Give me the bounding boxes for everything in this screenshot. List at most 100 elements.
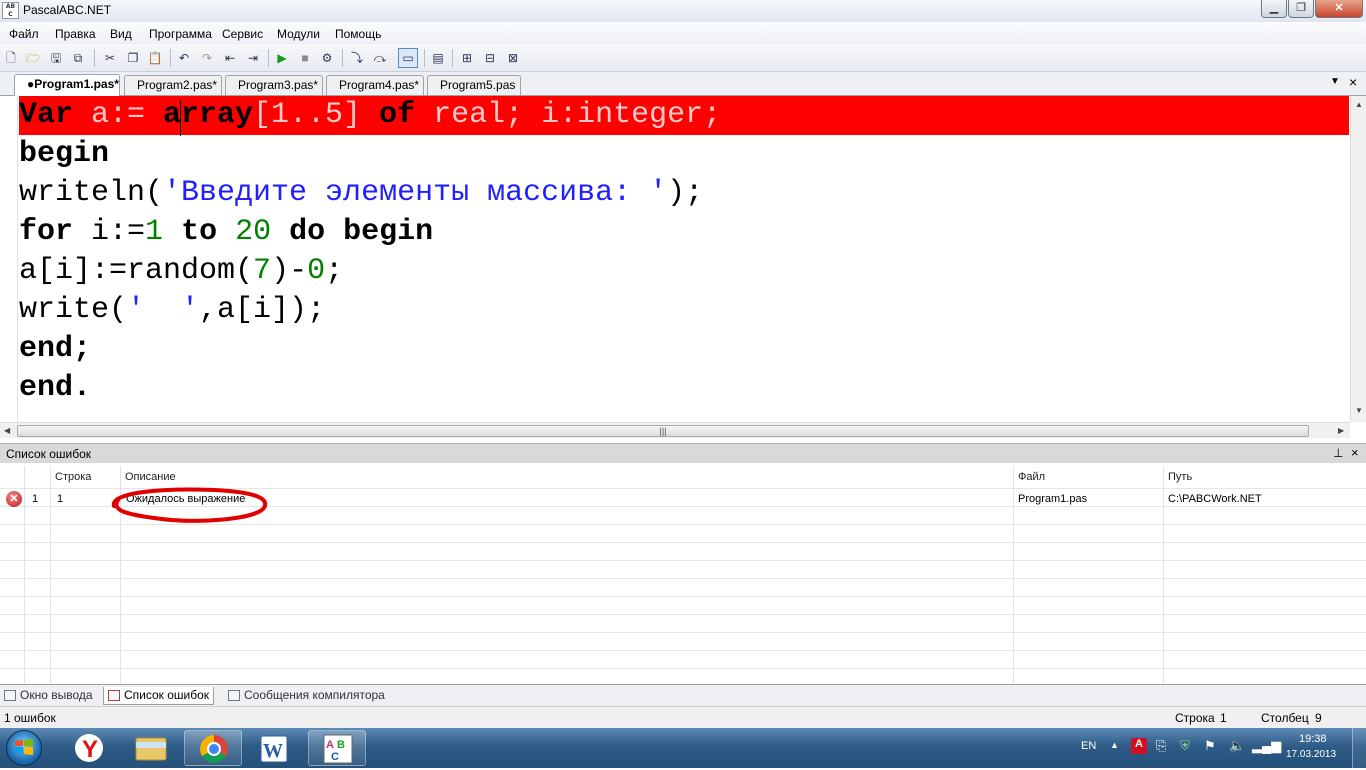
tab-program3[interactable]: Program3.pas* bbox=[225, 75, 323, 95]
pascalabc-icon[interactable]: ABC bbox=[308, 730, 366, 766]
code-line-3[interactable]: writeln('Введите элементы массива: '); bbox=[19, 174, 1349, 213]
save-all-icon[interactable]: ⧉ bbox=[69, 49, 87, 67]
code-line-7[interactable]: end; bbox=[19, 330, 1349, 369]
column-header-description[interactable]: Описание bbox=[125, 471, 176, 483]
volume-icon[interactable]: 🔈 bbox=[1229, 738, 1245, 754]
word-icon[interactable]: W bbox=[246, 730, 304, 766]
save-icon[interactable]: 🖫 bbox=[47, 49, 65, 67]
form-designer-icon[interactable]: ▤ bbox=[429, 49, 447, 67]
code-line-8[interactable]: end. bbox=[19, 369, 1349, 408]
new-file-icon[interactable]: 🗋 bbox=[2, 49, 20, 67]
close-button[interactable]: ✕ bbox=[1315, 0, 1363, 18]
bottom-panel-tabs: Окно вывода Список ошибок Сообщения комп… bbox=[0, 684, 1366, 706]
indent-icon[interactable]: ⇥ bbox=[244, 49, 262, 67]
toolbar-separator bbox=[424, 49, 425, 67]
clock-date[interactable]: 17.03.2013 bbox=[1286, 749, 1336, 760]
antivirus-icon[interactable]: A bbox=[1131, 738, 1147, 754]
code-line-4[interactable]: for i:=1 to 20 do begin bbox=[19, 213, 1349, 252]
scroll-left-icon[interactable]: ◀ bbox=[4, 426, 10, 435]
network-signal-icon[interactable]: ▂▄▆ bbox=[1252, 738, 1281, 754]
language-indicator[interactable]: EN bbox=[1081, 740, 1096, 752]
close-panel-icon[interactable]: × bbox=[1351, 445, 1359, 460]
code-line-6[interactable]: write(' ',a[i]); bbox=[19, 291, 1349, 330]
file-explorer-icon[interactable] bbox=[122, 730, 180, 766]
grid-divider bbox=[50, 466, 51, 684]
copy-icon[interactable]: ❐ bbox=[124, 49, 142, 67]
scroll-right-icon[interactable]: ▶ bbox=[1338, 426, 1344, 435]
tab-compiler-messages[interactable]: Сообщения компилятора bbox=[224, 687, 389, 705]
device-icon[interactable]: ⎘ bbox=[1156, 738, 1166, 754]
grid-row-line bbox=[0, 596, 1366, 597]
code-editor[interactable]: Var a:= array[1..5] of real; i:integer; … bbox=[0, 96, 1350, 422]
cut-icon[interactable]: ✂ bbox=[101, 49, 119, 67]
menu-edit[interactable]: Правка bbox=[55, 27, 96, 41]
unindent-icon[interactable]: ⇤ bbox=[221, 49, 239, 67]
tab-program2[interactable]: Program2.pas* bbox=[124, 75, 222, 95]
undo-icon[interactable]: ↶ bbox=[175, 49, 193, 67]
tab-program1[interactable]: ●Program1.pas* bbox=[14, 74, 120, 96]
compile-icon[interactable]: ⊞ bbox=[458, 49, 476, 67]
column-header-file[interactable]: Файл bbox=[1018, 471, 1045, 483]
security-icon[interactable]: ⛨ bbox=[1180, 738, 1190, 754]
yandex-browser-icon[interactable]: Y bbox=[60, 730, 118, 766]
redo-icon[interactable]: ↷ bbox=[198, 49, 216, 67]
error-line[interactable]: 1 bbox=[57, 493, 63, 505]
build-icon[interactable]: ⊟ bbox=[481, 49, 499, 67]
chrome-icon[interactable] bbox=[184, 730, 242, 766]
run-icon[interactable]: ▶ bbox=[273, 49, 291, 67]
scroll-up-icon[interactable]: ▲ bbox=[1355, 100, 1363, 109]
maximize-button[interactable]: ❐ bbox=[1288, 0, 1314, 18]
tab-output-window[interactable]: Окно вывода bbox=[0, 687, 97, 705]
tab-list-dropdown-icon[interactable]: ▼ bbox=[1330, 76, 1340, 87]
minimize-button[interactable]: ▁ bbox=[1261, 0, 1287, 18]
status-error-count: 1 ошибок bbox=[4, 711, 56, 725]
menu-view[interactable]: Вид bbox=[110, 27, 132, 41]
toolbar-separator bbox=[452, 49, 453, 67]
tab-error-list[interactable]: Список ошибок bbox=[103, 687, 215, 705]
error-panel-header: Список ошибок ⊥ × bbox=[0, 443, 1366, 463]
svg-text:C: C bbox=[331, 751, 339, 763]
tab-program4[interactable]: Program4.pas* bbox=[326, 75, 424, 95]
code-line-5[interactable]: a[i]:=random(7)-0; bbox=[19, 252, 1349, 291]
column-header-line[interactable]: Строка bbox=[55, 471, 91, 483]
stop-icon[interactable]: ■ bbox=[296, 49, 314, 67]
menu-help[interactable]: Помощь bbox=[335, 27, 381, 41]
open-icon[interactable]: 🗁 bbox=[24, 49, 42, 67]
show-hidden-icons-icon[interactable]: ▲ bbox=[1110, 740, 1119, 750]
svg-text:W: W bbox=[263, 740, 283, 762]
step-over-icon[interactable]: ⤼ bbox=[371, 49, 389, 67]
status-line-label: Строка bbox=[1175, 711, 1215, 725]
menu-service[interactable]: Сервис bbox=[222, 27, 263, 41]
action-center-flag-icon[interactable]: ⚑ bbox=[1204, 738, 1216, 754]
error-path[interactable]: C:\PABCWork.NET bbox=[1168, 493, 1262, 505]
rebuild-icon[interactable]: ⊠ bbox=[504, 49, 522, 67]
clock-time[interactable]: 19:38 bbox=[1299, 733, 1327, 745]
pin-icon[interactable]: ⊥ bbox=[1333, 446, 1343, 460]
scroll-down-icon[interactable]: ▼ bbox=[1355, 406, 1363, 415]
status-column-value: 9 bbox=[1315, 711, 1322, 725]
editor-horizontal-scrollbar[interactable]: ◀ ||| ▶ bbox=[0, 422, 1350, 438]
debug-icon[interactable]: ⚙ bbox=[318, 49, 336, 67]
error-number[interactable]: 1 bbox=[32, 493, 38, 505]
code-line-1[interactable]: Var a:= array[1..5] of real; i:integer; bbox=[19, 96, 1349, 135]
svg-text:B: B bbox=[337, 739, 345, 751]
compiler-messages-icon bbox=[228, 690, 240, 701]
menu-program[interactable]: Программа bbox=[149, 27, 212, 41]
column-header-path[interactable]: Путь bbox=[1168, 471, 1192, 483]
menu-modules[interactable]: Модули bbox=[277, 27, 320, 41]
close-tab-icon[interactable]: × bbox=[1349, 74, 1357, 90]
step-into-icon[interactable]: ⤵ bbox=[348, 49, 366, 67]
toolbar-separator bbox=[268, 49, 269, 67]
paste-icon[interactable]: 📋 bbox=[146, 49, 164, 67]
code-line-2[interactable]: begin bbox=[19, 135, 1349, 174]
tab-program5[interactable]: Program5.pas bbox=[427, 75, 521, 95]
error-file[interactable]: Program1.pas bbox=[1018, 493, 1087, 505]
editor-vertical-scrollbar[interactable]: ▲ ▼ bbox=[1350, 96, 1366, 422]
output-window-icon[interactable]: ▭ bbox=[398, 48, 418, 68]
show-desktop-button[interactable] bbox=[1352, 728, 1366, 768]
menu-file[interactable]: Файл bbox=[9, 27, 39, 41]
scrollbar-thumb[interactable]: ||| bbox=[17, 425, 1309, 437]
windows-taskbar: Y W ABC EN ▲ A ⎘ ⛨ ⚑ 🔈 ▂▄▆ 19:38 17.03.2… bbox=[0, 728, 1366, 768]
toolbar: 🗋 🗁 🖫 ⧉ ✂ ❐ 📋 ↶ ↷ ⇤ ⇥ ▶ ■ ⚙ ⤵ ⤼ ▭ ▤ ⊞ ⊟ … bbox=[0, 44, 1366, 72]
grid-row-line bbox=[0, 578, 1366, 579]
